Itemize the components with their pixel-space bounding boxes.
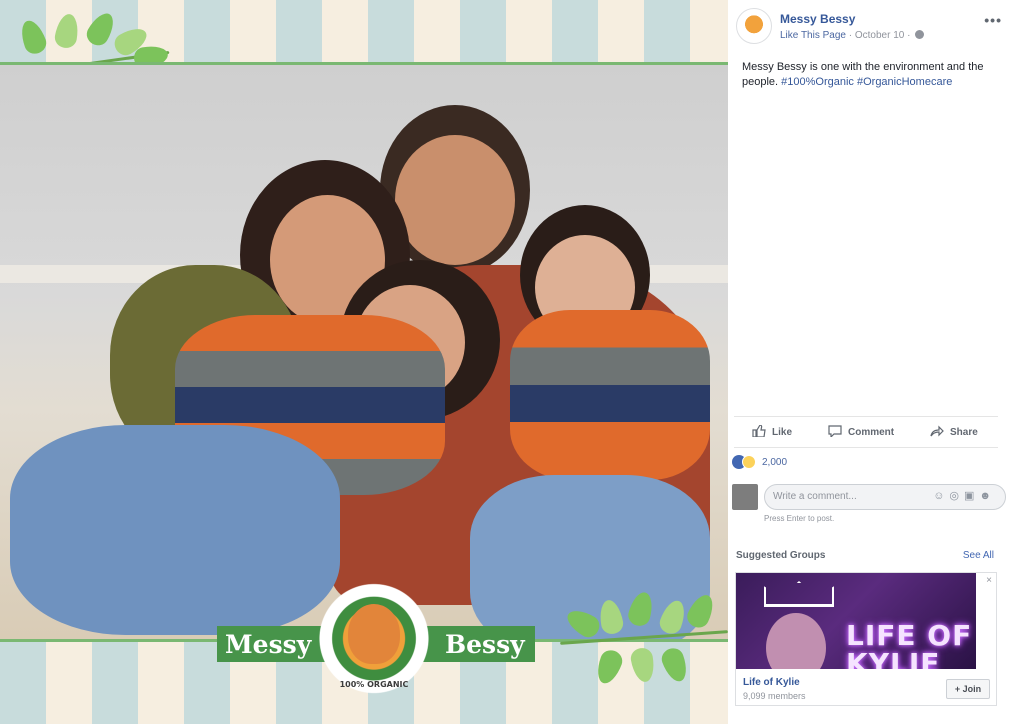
post-date[interactable]: October 10	[855, 30, 904, 41]
like-label: Like	[772, 427, 793, 438]
group-name-link[interactable]: Life of Kylie	[743, 677, 800, 688]
comment-label: Comment	[848, 427, 895, 438]
person-toddler-shirt	[510, 310, 710, 480]
comment-bubble-icon	[828, 425, 842, 437]
globe-icon	[915, 30, 925, 39]
family-photo	[0, 62, 728, 642]
person-boy-jeans	[10, 425, 340, 635]
wow-reaction-icon	[742, 455, 756, 469]
person-face-graphic	[766, 613, 826, 669]
meta-separator: ·	[907, 30, 911, 41]
post-header: Messy Bessy Like This Page · October 10 …	[736, 8, 1006, 44]
user-avatar	[732, 484, 758, 510]
page-avatar[interactable]	[736, 8, 772, 44]
see-all-link[interactable]: See All	[963, 550, 994, 561]
mascot-face-icon	[348, 604, 400, 664]
comment-composer: Write a comment... ☺◎▣☻ Press Enter to p…	[732, 484, 1006, 524]
brand-name-left: Messy	[225, 630, 312, 659]
meta-separator: ·	[848, 30, 853, 41]
group-image-text-line2: KYLIE	[846, 647, 941, 669]
group-card[interactable]: LIFE OF KYLIE × Life of Kylie 9,099 memb…	[735, 572, 997, 706]
share-label: Share	[950, 427, 978, 438]
like-page-link[interactable]: Like This Page	[780, 30, 846, 41]
suggested-groups-title: Suggested Groups	[736, 550, 826, 561]
facebook-photo-viewer: Messy Bessy 100% ORGANIC Messy Bessy Lik…	[0, 0, 1010, 724]
page-name-link[interactable]: Messy Bessy	[780, 12, 855, 26]
comment-button[interactable]: Comment	[828, 417, 894, 449]
brand-mascot-badge: 100% ORGANIC	[310, 580, 438, 702]
comment-attachment-icons[interactable]: ☺◎▣☻	[933, 489, 996, 502]
crown-icon	[764, 581, 834, 607]
press-enter-hint: Press Enter to post.	[764, 514, 835, 523]
badge-text: 100% ORGANIC	[339, 680, 409, 689]
group-member-count: 9,099 members	[743, 691, 806, 701]
suggested-groups-header: Suggested Groups See All	[736, 550, 994, 564]
group-cover-image[interactable]: LIFE OF KYLIE	[736, 573, 976, 669]
post-hashtags[interactable]: #100%Organic #OrganicHomecare	[781, 76, 952, 88]
post-photo[interactable]: Messy Bessy 100% ORGANIC	[0, 0, 728, 724]
join-group-button[interactable]: + Join	[946, 679, 990, 699]
thumbs-up-icon	[752, 425, 766, 437]
share-arrow-icon	[930, 425, 944, 437]
reaction-count: 2,000	[762, 457, 788, 468]
post-actions: Like Comment Share	[734, 416, 998, 448]
more-options-icon[interactable]: •••	[984, 12, 1002, 28]
person-father-face	[395, 135, 515, 265]
like-button[interactable]: Like	[752, 417, 792, 449]
brand-name-right: Bessy	[445, 630, 525, 659]
share-button[interactable]: Share	[930, 417, 978, 449]
close-icon[interactable]: ×	[986, 575, 992, 586]
post-meta: Like This Page · October 10 ·	[780, 30, 925, 41]
post-message: Messy Bessy is one with the environment …	[742, 60, 1000, 90]
post-sidebar: Messy Bessy Like This Page · October 10 …	[728, 0, 1010, 724]
